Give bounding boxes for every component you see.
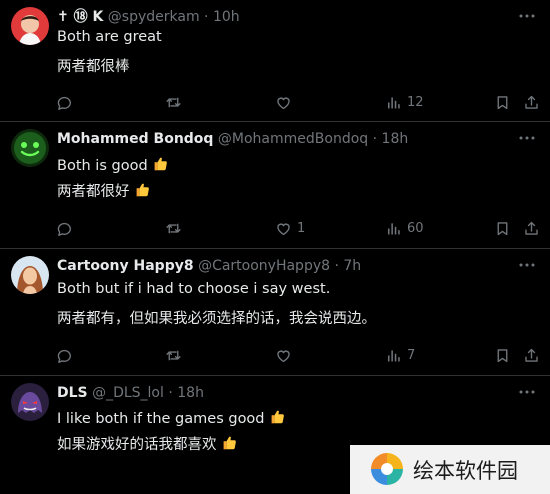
- display-name[interactable]: Cartoony Happy8: [57, 258, 194, 274]
- tweet-header: Mohammed Bondoq @MohammedBondoq · 18h: [57, 128, 510, 150]
- more-icon[interactable]: [518, 131, 536, 145]
- bookmark-icon[interactable]: [494, 92, 511, 112]
- thumbs-up-emoji: [223, 436, 236, 450]
- tweet[interactable]: Mohammed Bondoq @MohammedBondoq · 18h Bo…: [0, 122, 550, 249]
- thumbs-up-emoji: [271, 410, 284, 424]
- like-icon[interactable]: 1: [275, 218, 305, 238]
- share-icon[interactable]: [523, 345, 540, 365]
- user-handle[interactable]: @spyderkam: [108, 9, 200, 25]
- share-icon[interactable]: [523, 92, 540, 112]
- tweet-translation-row: 两者都很好: [57, 180, 151, 201]
- separator: ·: [204, 9, 209, 25]
- timestamp[interactable]: 7h: [343, 258, 361, 274]
- reply-icon[interactable]: [55, 218, 77, 238]
- tweet-translation-row: 如果游戏好的话我都喜欢: [57, 433, 238, 454]
- tweet-text: I like both if the games good: [57, 411, 265, 427]
- tweet-text: Both is good: [57, 158, 148, 174]
- tweet-header: ✝ ⑱ K @spyderkam · 10h: [57, 6, 510, 28]
- like-count: 1: [297, 220, 306, 236]
- timestamp[interactable]: 10h: [213, 9, 240, 25]
- tweet[interactable]: ✝ ⑱ K @spyderkam · 10h Both are great 两者…: [0, 0, 550, 122]
- tweet-actions: 1 60: [0, 218, 550, 238]
- watermark-logo: [371, 453, 403, 485]
- tweet-translation: 如果游戏好的话我都喜欢: [57, 437, 217, 453]
- user-handle[interactable]: @_DLS_lol: [92, 385, 164, 401]
- tweet-text: Both are great: [57, 29, 162, 45]
- more-icon[interactable]: [518, 385, 536, 399]
- retweet-icon[interactable]: [165, 218, 187, 238]
- tweet-text: Both but if i had to choose i say west.: [57, 281, 331, 297]
- avatar[interactable]: [11, 7, 49, 45]
- views-count: 60: [407, 220, 424, 236]
- like-icon[interactable]: [275, 92, 297, 112]
- share-icon[interactable]: [523, 218, 540, 238]
- retweet-icon[interactable]: [165, 345, 187, 365]
- more-icon[interactable]: [518, 9, 536, 23]
- like-icon[interactable]: [275, 345, 297, 365]
- separator: ·: [168, 385, 173, 401]
- watermark: 绘本软件园: [350, 445, 550, 494]
- tweet-text-row: I like both if the games good: [57, 408, 286, 427]
- reply-icon[interactable]: [55, 92, 77, 112]
- views-count: 7: [407, 347, 416, 363]
- display-name[interactable]: DLS: [57, 385, 88, 401]
- views-count: 12: [407, 94, 424, 110]
- timestamp[interactable]: 18h: [177, 385, 204, 401]
- tweet-text-row: Both is good: [57, 155, 169, 174]
- tweet-header: Cartoony Happy8 @CartoonyHappy8 · 7h: [57, 255, 510, 277]
- avatar[interactable]: [11, 383, 49, 421]
- watermark-text: 绘本软件园: [413, 459, 518, 483]
- more-icon[interactable]: [518, 258, 536, 272]
- thumbs-up-emoji: [136, 183, 149, 197]
- tweet-translation: 两者都有，但如果我必须选择的话，我会说西边。: [57, 311, 376, 327]
- tweet-translation: 两者都很棒: [57, 59, 130, 75]
- user-handle[interactable]: @CartoonyHappy8: [198, 258, 330, 274]
- user-handle[interactable]: @MohammedBondoq: [218, 131, 368, 147]
- tweet-header: DLS @_DLS_lol · 18h: [57, 382, 510, 404]
- tweet-actions: 12: [0, 92, 550, 112]
- bookmark-icon[interactable]: [494, 345, 511, 365]
- reply-icon[interactable]: [55, 345, 77, 365]
- thumbs-up-emoji: [154, 157, 167, 171]
- avatar[interactable]: [11, 256, 49, 294]
- tweet-translation: 两者都很好: [57, 184, 130, 200]
- separator: ·: [334, 258, 339, 274]
- bookmark-icon[interactable]: [494, 218, 511, 238]
- display-name[interactable]: Mohammed Bondoq: [57, 131, 213, 147]
- timestamp[interactable]: 18h: [382, 131, 409, 147]
- avatar[interactable]: [11, 129, 49, 167]
- separator: ·: [372, 131, 378, 147]
- views-icon[interactable]: 12: [385, 92, 424, 112]
- retweet-icon[interactable]: [165, 92, 187, 112]
- display-name[interactable]: ✝ ⑱ K: [57, 9, 103, 25]
- views-icon[interactable]: 60: [385, 218, 424, 238]
- views-icon[interactable]: 7: [385, 345, 415, 365]
- tweet-actions: 7: [0, 345, 550, 365]
- tweet[interactable]: Cartoony Happy8 @CartoonyHappy8 · 7h Bot…: [0, 249, 550, 376]
